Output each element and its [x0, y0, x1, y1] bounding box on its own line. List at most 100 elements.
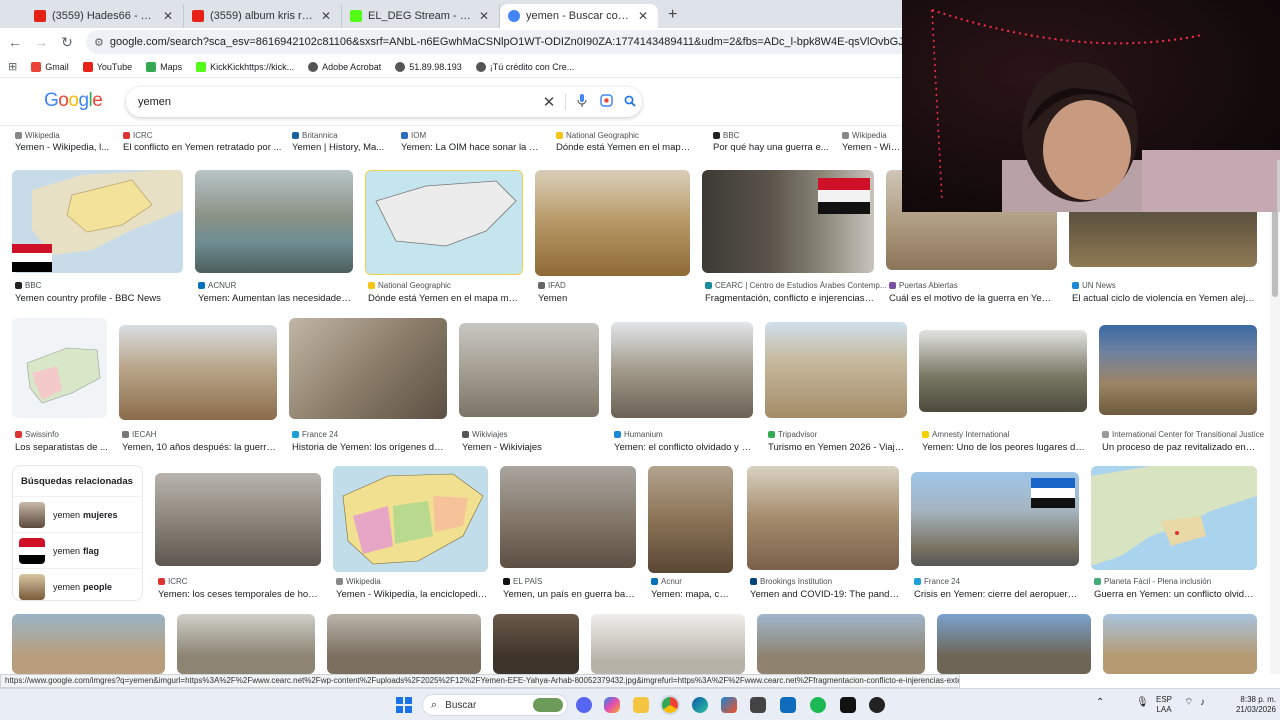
- image-result[interactable]: BBC Por qué hay una guerra e...: [710, 127, 830, 155]
- image-result[interactable]: Wikipedia Yemen - Wikipedia, l...: [12, 127, 122, 155]
- image-result[interactable]: [757, 614, 925, 674]
- spotify-icon[interactable]: [810, 697, 826, 713]
- related-search-flag[interactable]: yemen flag: [13, 532, 142, 568]
- bookmark-maps[interactable]: Maps: [146, 61, 182, 72]
- clear-icon[interactable]: ✕: [537, 93, 561, 111]
- image-result[interactable]: National Geographic Dónde está Yemen en …: [365, 170, 523, 304]
- image-result[interactable]: [1103, 614, 1257, 674]
- image-result[interactable]: [937, 614, 1091, 674]
- search-icon[interactable]: [618, 95, 642, 110]
- yemen-flag-image: [12, 244, 52, 272]
- new-tab-button[interactable]: +: [658, 4, 687, 28]
- related-search-people[interactable]: yemen people: [13, 568, 142, 604]
- store-icon[interactable]: [721, 697, 737, 713]
- close-icon[interactable]: ✕: [477, 9, 491, 23]
- capcut-icon[interactable]: [840, 697, 856, 713]
- microphone-icon[interactable]: 🎙: [1136, 698, 1149, 708]
- image-result[interactable]: [493, 614, 579, 674]
- image-result[interactable]: Amnesty International Yemen: Uno de los …: [919, 318, 1087, 453]
- image-result[interactable]: Humanium Yemen: el conflicto olvidado y …: [611, 318, 754, 453]
- image-result[interactable]: Britannica Yemen | History, Ma...: [289, 127, 389, 155]
- tab-3[interactable]: EL_DEG Stream - Watch Live on ✕: [342, 4, 500, 28]
- image-result[interactable]: Planeta Fácil - Plena inclusión Guerra e…: [1091, 466, 1257, 603]
- mail-icon[interactable]: [780, 697, 796, 713]
- image-result[interactable]: International Center for Transitional Ju…: [1099, 318, 1264, 453]
- search-input[interactable]: yemen ✕: [126, 87, 642, 117]
- result-title: Yemen and COVID-19: The pande...: [750, 589, 900, 600]
- reload-icon[interactable]: ↻: [56, 34, 78, 51]
- photo-thumbnail: [911, 472, 1079, 566]
- image-result[interactable]: BBC Yemen country profile - BBC News: [12, 170, 183, 304]
- close-icon[interactable]: ✕: [636, 9, 650, 23]
- chrome-icon[interactable]: [662, 697, 678, 713]
- result-title: Yemen: Aumentan las necesidades ...: [198, 293, 353, 304]
- south-yemen-flag: [1031, 478, 1075, 508]
- result-title: Yemen - Wikipedia, l...: [15, 142, 110, 153]
- photo-thumbnail: [937, 614, 1091, 674]
- tab-title: (3559) album kris r - YouTube: [210, 10, 315, 22]
- close-icon[interactable]: ✕: [319, 9, 333, 23]
- windows-start-icon[interactable]: [396, 697, 412, 713]
- lens-icon[interactable]: [594, 94, 618, 110]
- bookmark-ip[interactable]: 51.89.98.193: [395, 61, 462, 72]
- volume-icon[interactable]: ♪: [1200, 698, 1205, 708]
- forward-icon[interactable]: →: [30, 34, 52, 50]
- image-result[interactable]: ICRC Yemen: los ceses temporales de host…: [155, 466, 321, 603]
- image-result[interactable]: ACNUR Yemen: Aumentan las necesidades ..…: [195, 170, 353, 304]
- source-favicon: [1102, 431, 1109, 438]
- edge-icon[interactable]: [692, 697, 708, 713]
- bookmark-credito[interactable]: ¡Tú crédito con Cre...: [475, 61, 574, 72]
- bookmark-kick[interactable]: KickKickhttps://kick...: [196, 61, 294, 72]
- bookmark-gmail[interactable]: Gmail: [31, 61, 69, 72]
- image-result[interactable]: France 24 Historia de Yemen: los orígene…: [289, 318, 447, 453]
- result-source: Brookings Institution: [750, 577, 832, 586]
- related-search-mujeres[interactable]: yemen mujeres: [13, 496, 142, 532]
- bookmark-youtube[interactable]: YouTube: [82, 61, 132, 72]
- logo-letter: G: [44, 90, 59, 111]
- image-result[interactable]: Wikiviajes Yemen - Wikiviajes: [459, 318, 599, 453]
- image-result-hovered[interactable]: CEARC | Centro de Estudios Árabes Contem…: [702, 170, 887, 304]
- map-thumbnail: [333, 466, 488, 572]
- image-result[interactable]: Brookings Institution Yemen and COVID-19…: [747, 466, 900, 603]
- image-result[interactable]: IECAH Yemen, 10 años después: la guerra …: [119, 318, 277, 453]
- obs-icon[interactable]: [869, 697, 885, 713]
- file-explorer-icon[interactable]: [633, 697, 649, 713]
- result-source: Tripadvisor: [768, 430, 817, 439]
- image-result[interactable]: France 24 Crisis en Yemen: cierre del ae…: [911, 466, 1079, 603]
- site-info-icon[interactable]: ⚙: [94, 36, 104, 49]
- back-icon[interactable]: ←: [4, 34, 26, 50]
- image-result[interactable]: ICRC El conflicto en Yemen retratado por…: [120, 127, 282, 155]
- calculator-icon[interactable]: [750, 697, 766, 713]
- image-result[interactable]: [591, 614, 745, 674]
- language-indicator[interactable]: ESP LAA: [1156, 695, 1172, 715]
- close-icon[interactable]: ✕: [161, 9, 175, 23]
- apps-grid-icon[interactable]: ⊞: [8, 60, 17, 73]
- microphone-icon[interactable]: [570, 94, 594, 110]
- image-result[interactable]: [177, 614, 315, 674]
- clock[interactable]: 8:38 p. m. 21/03/2026: [1222, 695, 1276, 715]
- tab-1[interactable]: (3559) Hades66 - YO QUIERO ✕: [26, 4, 184, 28]
- copilot-icon[interactable]: [604, 697, 620, 713]
- network-icon[interactable]: ⌔: [1184, 698, 1193, 708]
- image-result[interactable]: IFAD Yemen: [535, 170, 690, 304]
- google-logo[interactable]: Google: [44, 90, 103, 112]
- image-result[interactable]: EL PAÍS Yemen, un país en guerra bajo...: [500, 466, 636, 603]
- bookmark-acrobat[interactable]: Adobe Acrobat: [308, 61, 381, 72]
- image-result[interactable]: Wikipedia Yemen - Wikipedia, la enciclop…: [333, 466, 488, 603]
- tab-4-active[interactable]: yemen - Buscar con Google ✕: [500, 4, 658, 28]
- image-result[interactable]: National Geographic Dónde está Yemen en …: [553, 127, 694, 155]
- taskbar-search[interactable]: ⌕ Buscar: [422, 694, 568, 716]
- tab-2[interactable]: (3559) album kris r - YouTube ✕: [184, 4, 342, 28]
- photo-thumbnail: [327, 614, 481, 674]
- image-result[interactable]: Tripadvisor Turismo en Yemen 2026 - Viaj…: [765, 318, 908, 453]
- image-result[interactable]: [12, 614, 165, 674]
- chevron-up-icon[interactable]: ⌃: [1096, 698, 1104, 708]
- discord-icon[interactable]: [576, 697, 592, 713]
- image-result[interactable]: IOM Yemen: La OIM hace sonar la al...: [398, 127, 539, 155]
- result-source: ICRC: [123, 131, 153, 140]
- image-result[interactable]: Acnur Yemen: mapa, cur...: [648, 466, 734, 603]
- image-result[interactable]: [327, 614, 481, 674]
- image-result[interactable]: Wikipedia Yemen - Wikip...: [839, 127, 902, 155]
- source-label: Puertas Abiertas: [899, 281, 958, 290]
- image-result[interactable]: Swissinfo Los separatistas de ...: [12, 318, 108, 453]
